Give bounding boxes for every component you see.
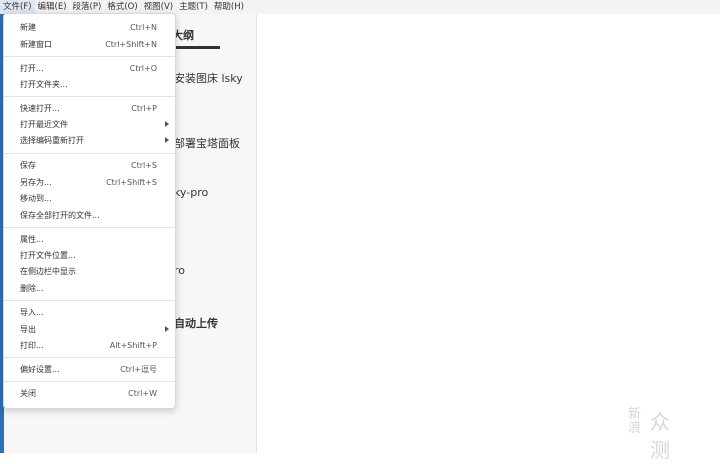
menu-edit[interactable]: 编辑(E) bbox=[35, 0, 70, 14]
menu-theme[interactable]: 主题(T) bbox=[176, 0, 211, 14]
menu-item-new[interactable]: 新建 Ctrl+N bbox=[4, 20, 175, 35]
menu-item-reopen-encoding[interactable]: 选择编码重新打开 bbox=[4, 133, 175, 148]
menu-separator bbox=[4, 56, 175, 57]
menu-item-import[interactable]: 导入... bbox=[4, 305, 175, 320]
menu-file[interactable]: 文件(F) bbox=[0, 0, 35, 14]
tab-active-indicator bbox=[172, 46, 220, 49]
menu-view[interactable]: 视图(V) bbox=[141, 0, 176, 14]
menu-item-new-window[interactable]: 新建窗口 Ctrl+Shift+N bbox=[4, 37, 175, 52]
menu-item-preferences[interactable]: 偏好设置... Ctrl+逗号 bbox=[4, 362, 175, 377]
menu-separator bbox=[4, 96, 175, 97]
menu-item-save-as[interactable]: 另存为... Ctrl+Shift+S bbox=[4, 175, 175, 190]
submenu-arrow-icon bbox=[165, 326, 169, 332]
menu-item-open-recent[interactable]: 打开最近文件 bbox=[4, 117, 175, 132]
menu-item-save-all[interactable]: 保存全部打开的文件... bbox=[4, 208, 175, 223]
outline-item[interactable]: 安装图床 lsky bbox=[174, 70, 243, 86]
menu-item-delete[interactable]: 删除... bbox=[4, 281, 175, 296]
menu-item-open-location[interactable]: 打开文件位置... bbox=[4, 248, 175, 263]
submenu-arrow-icon bbox=[165, 137, 169, 143]
menu-item-save[interactable]: 保存 Ctrl+S bbox=[4, 158, 175, 173]
menu-separator bbox=[4, 381, 175, 382]
menu-item-reveal-sidebar[interactable]: 在侧边栏中显示 bbox=[4, 264, 175, 279]
menu-item-quick-open[interactable]: 快速打开... Ctrl+P bbox=[4, 101, 175, 116]
outline-item[interactable]: 部署宝塔面板 bbox=[174, 135, 240, 151]
menu-format[interactable]: 格式(O) bbox=[104, 0, 140, 14]
menu-paragraph[interactable]: 段落(P) bbox=[70, 0, 105, 14]
menu-item-export[interactable]: 导出 bbox=[4, 322, 175, 337]
outline-item[interactable]: 自动上传 bbox=[174, 315, 218, 331]
menu-separator bbox=[4, 153, 175, 154]
submenu-arrow-icon bbox=[165, 121, 169, 127]
menu-help[interactable]: 帮助(H) bbox=[211, 0, 247, 14]
outline-item[interactable]: ky-pro bbox=[174, 186, 208, 199]
menu-separator bbox=[4, 227, 175, 228]
menu-item-open[interactable]: 打开... Ctrl+O bbox=[4, 61, 175, 76]
menu-bar: 文件(F) 编辑(E) 段落(P) 格式(O) 视图(V) 主题(T) 帮助(H… bbox=[0, 0, 720, 14]
menu-item-move-to[interactable]: 移动到... bbox=[4, 191, 175, 206]
menu-separator bbox=[4, 300, 175, 301]
menu-item-print[interactable]: 打印... Alt+Shift+P bbox=[4, 338, 175, 353]
file-menu-dropdown: 新建 Ctrl+N 新建窗口 Ctrl+Shift+N 打开... Ctrl+O 打开… bbox=[3, 13, 176, 409]
menu-separator bbox=[4, 357, 175, 358]
menu-item-properties[interactable]: 属性... bbox=[4, 232, 175, 247]
menu-item-open-folder[interactable]: 打开文件夹... bbox=[4, 77, 175, 92]
menu-item-close[interactable]: 关闭 Ctrl+W bbox=[4, 386, 175, 401]
